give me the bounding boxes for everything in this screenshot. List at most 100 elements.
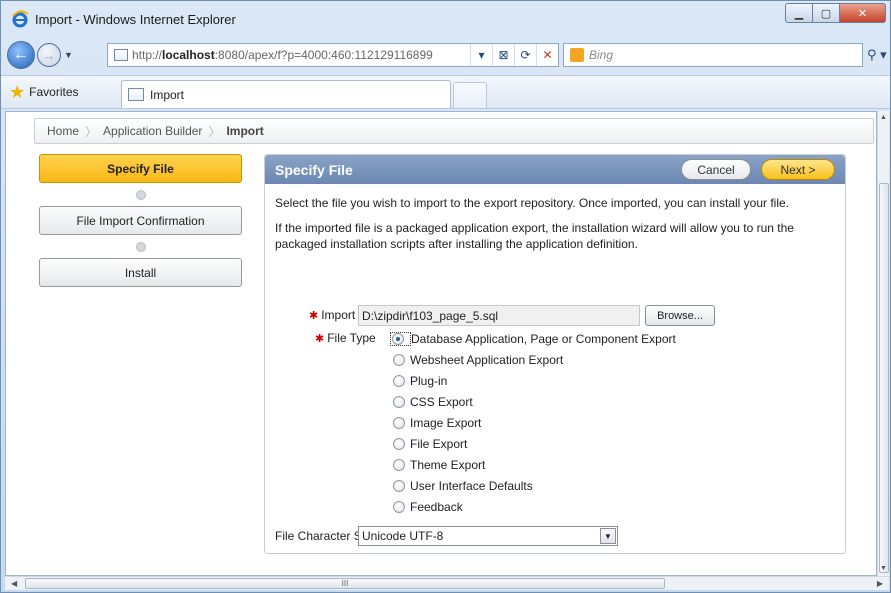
radio-label: Feedback: [410, 499, 463, 514]
radio-option[interactable]: Image Export: [390, 412, 676, 433]
vertical-scroll-thumb[interactable]: [879, 183, 889, 573]
file-type-label-row: ✱ File Type: [315, 331, 376, 345]
breadcrumb-application-builder[interactable]: Application Builder: [103, 124, 202, 138]
compatibility-view-icon[interactable]: ⊠: [492, 44, 514, 66]
file-type-radio-group: Database Application, Page or Component …: [390, 328, 676, 517]
stop-icon[interactable]: ✕: [536, 44, 558, 66]
cancel-button[interactable]: Cancel: [681, 159, 751, 180]
radio-button[interactable]: [393, 353, 405, 366]
scroll-up-icon[interactable]: ▲: [878, 111, 889, 125]
address-bar[interactable]: http://localhost:8080/apex/f?p=4000:460:…: [107, 43, 559, 67]
url-host: localhost: [162, 48, 215, 62]
browse-button[interactable]: Browse...: [645, 305, 715, 326]
minimize-button[interactable]: ▁: [785, 3, 813, 23]
forward-arrow-icon: →: [42, 47, 56, 63]
address-tools: ▾ ⊠ ⟳ ✕: [470, 44, 558, 66]
radio-option[interactable]: Websheet Application Export: [390, 349, 676, 370]
instruction-text: Select the file you wish to import to th…: [275, 196, 790, 210]
breadcrumb: Home 〉 Application Builder 〉 Import: [34, 118, 874, 144]
favorites-button[interactable]: ★ Favorites: [1, 78, 79, 106]
radio-label: User Interface Defaults: [410, 478, 533, 493]
radio-option[interactable]: Theme Export: [390, 454, 676, 475]
forward-button[interactable]: →: [37, 43, 61, 67]
scroll-right-icon[interactable]: ▶: [877, 577, 883, 591]
horizontal-scrollbar[interactable]: ◀ III ▶: [5, 576, 889, 590]
maximize-button[interactable]: ▢: [813, 3, 840, 23]
wizard-steps: Specify File File Import Confirmation In…: [39, 154, 242, 287]
tab-label: Import: [150, 87, 185, 102]
radio-button[interactable]: [393, 458, 405, 471]
favorites-label: Favorites: [29, 85, 79, 99]
address-url[interactable]: http://localhost:8080/apex/f?p=4000:460:…: [132, 48, 462, 62]
charset-value: Unicode UTF-8: [362, 529, 444, 543]
radio-button[interactable]: [393, 374, 405, 387]
radio-button-checked[interactable]: [392, 332, 404, 345]
specify-file-region: Specify File Cancel Next > Select the fi…: [264, 154, 846, 554]
radio-label: Websheet Application Export: [410, 352, 564, 367]
radio-button[interactable]: [393, 395, 405, 408]
radio-button[interactable]: [393, 437, 405, 450]
radio-button[interactable]: [393, 500, 405, 513]
radio-option[interactable]: Database Application, Page or Component …: [390, 328, 676, 349]
window-title: Import - Windows Internet Explorer: [35, 11, 236, 27]
new-tab-button[interactable]: [453, 82, 487, 108]
search-icon[interactable]: ⚲ ▾: [867, 47, 887, 63]
search-box[interactable]: Bing: [563, 43, 863, 67]
circle-icon: [135, 189, 146, 200]
tab-import[interactable]: Import: [121, 80, 451, 108]
vertical-scrollbar[interactable]: ▲ ▼: [877, 111, 889, 576]
close-window-button[interactable]: ✕: [840, 3, 886, 23]
dropdown-arrow-icon[interactable]: ▼: [600, 528, 616, 544]
navigation-bar: ← → ▼ http://localhost:8080/apex/f?p=400…: [1, 37, 890, 73]
circle-icon: [135, 241, 146, 252]
url-rest: :8080/apex/f?p=4000:460:112129116899: [214, 48, 433, 62]
refresh-icon[interactable]: ⟳: [514, 44, 536, 66]
next-button[interactable]: Next >: [761, 159, 835, 180]
radio-button[interactable]: [393, 479, 405, 492]
radio-button[interactable]: [393, 416, 405, 429]
history-dropdown-icon[interactable]: ▼: [64, 50, 78, 60]
radio-option[interactable]: File Export: [390, 433, 676, 454]
back-arrow-icon: ←: [13, 46, 29, 63]
packaged-app-note: If the imported file is a packaged appli…: [275, 221, 794, 251]
required-asterisk-icon: ✱: [315, 332, 325, 345]
step-file-import-confirmation: File Import Confirmation: [39, 206, 242, 235]
radio-option[interactable]: User Interface Defaults: [390, 475, 676, 496]
page-icon: [114, 49, 128, 61]
breadcrumb-home[interactable]: Home: [47, 124, 79, 138]
chevron-right-icon: 〉: [208, 124, 221, 139]
scroll-down-icon[interactable]: ▼: [878, 562, 889, 576]
breadcrumb-current: Import: [226, 124, 264, 138]
bing-icon: [570, 48, 584, 62]
browser-window: Import - Windows Internet Explorer ▁ ▢ ✕…: [0, 0, 891, 593]
step-specify-file: Specify File: [39, 154, 242, 183]
title-bar: Import - Windows Internet Explorer: [1, 1, 890, 37]
file-character-set-select[interactable]: Unicode UTF-8 ▼: [358, 526, 618, 546]
step-connector: [39, 235, 242, 258]
radio-option[interactable]: CSS Export: [390, 391, 676, 412]
favorites-bar: ★ Favorites Import: [1, 75, 890, 109]
chevron-right-icon: 〉: [85, 124, 98, 139]
star-icon: ★: [9, 81, 26, 102]
horizontal-scroll-thumb[interactable]: III: [25, 578, 665, 589]
url-prefix: http://: [132, 48, 163, 62]
region-title: Specify File: [275, 161, 353, 178]
region-header: Specify File Cancel Next >: [265, 155, 845, 184]
window-controls: ▁ ▢ ✕: [785, 3, 886, 23]
address-dropdown-icon[interactable]: ▾: [470, 44, 492, 66]
radio-label: Plug-in: [410, 373, 448, 388]
import-file-input[interactable]: D:\zipdir\f103_page_5.sql: [358, 305, 640, 326]
page-content: Home 〉 Application Builder 〉 Import Spec…: [5, 111, 877, 576]
tab-page-icon: [128, 88, 144, 101]
step-connector: [39, 183, 242, 206]
required-asterisk-icon: ✱: [309, 309, 319, 322]
radio-label: Theme Export: [410, 457, 486, 472]
radio-label: File Export: [410, 436, 468, 451]
radio-option[interactable]: Feedback: [390, 496, 676, 517]
radio-label: CSS Export: [410, 394, 473, 409]
radio-option[interactable]: Plug-in: [390, 370, 676, 391]
scroll-left-icon[interactable]: ◀: [11, 577, 17, 591]
step-install: Install: [39, 258, 242, 287]
radio-label: Database Application, Page or Component …: [411, 331, 676, 346]
back-button[interactable]: ←: [7, 41, 35, 69]
